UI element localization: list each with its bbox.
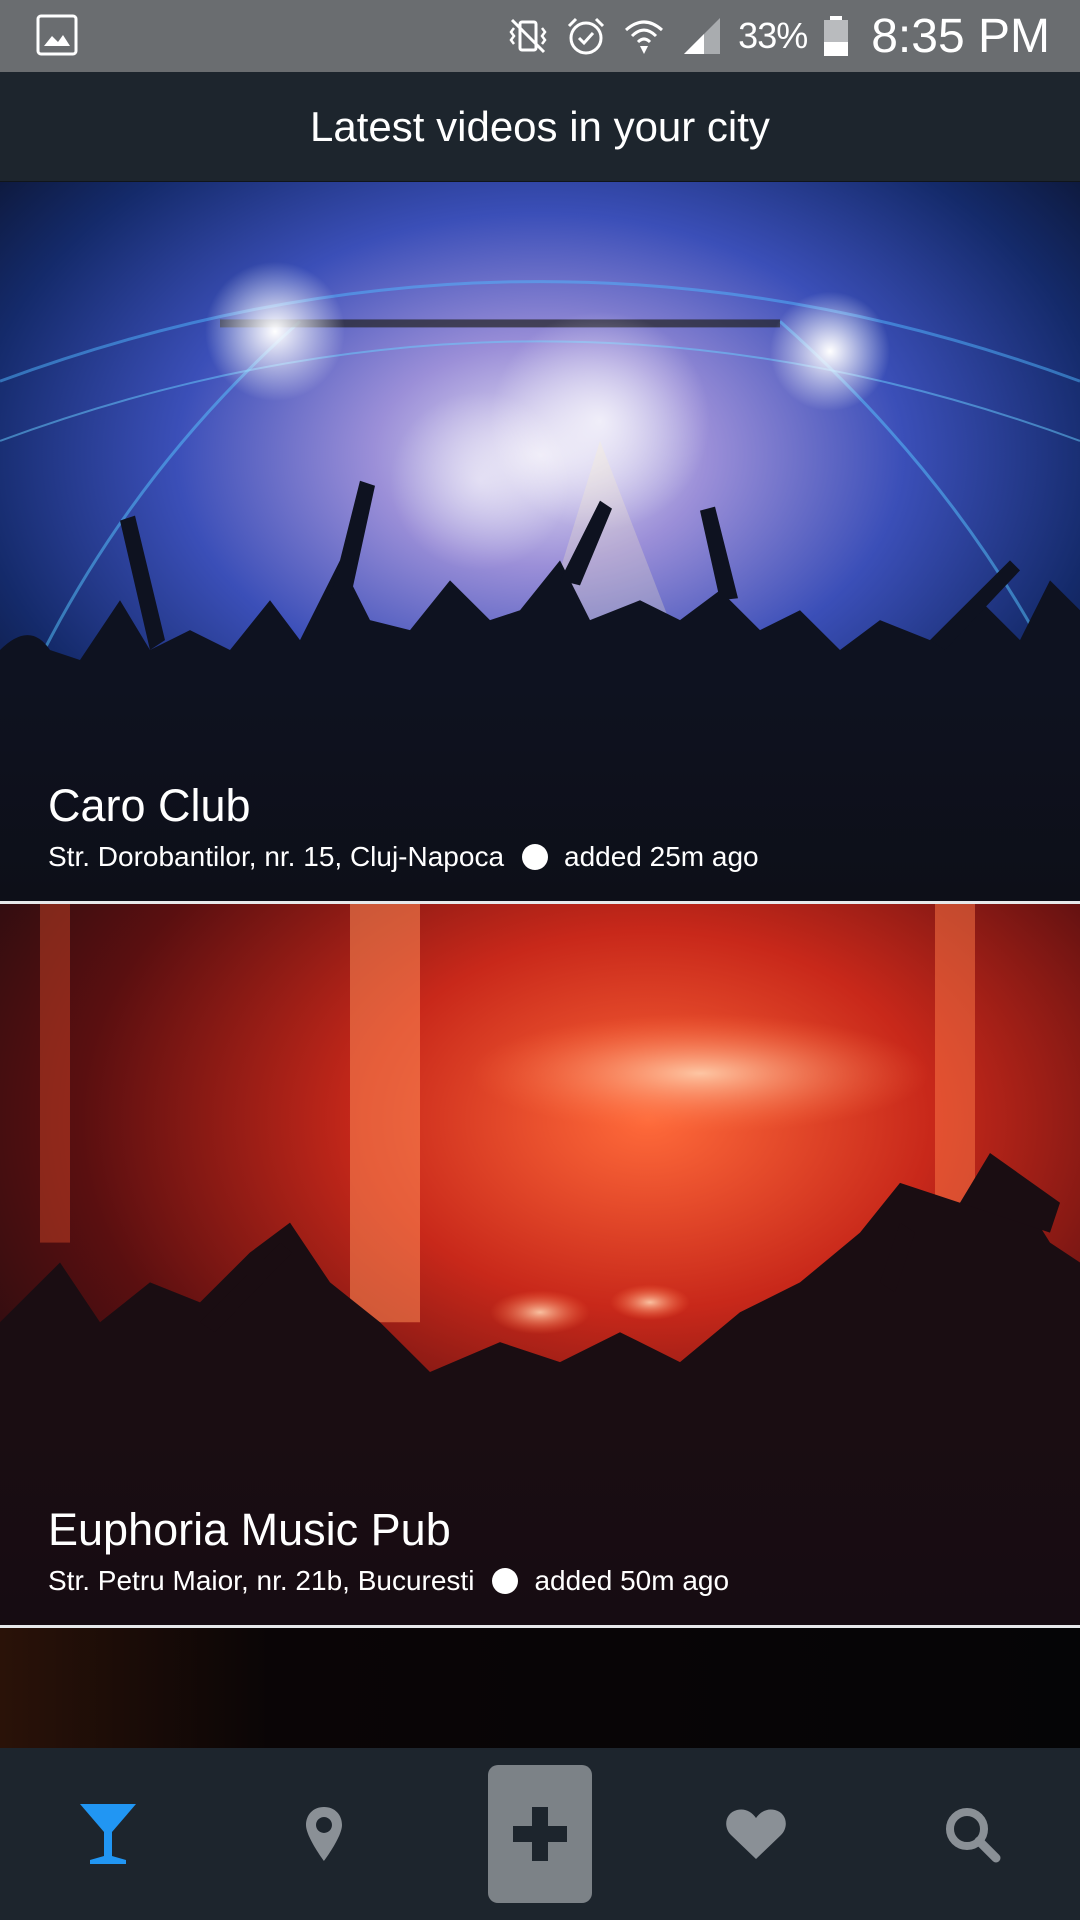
- venue-address: Str. Petru Maior, nr. 21b, Bucuresti: [48, 1565, 475, 1596]
- nav-item-map[interactable]: [254, 1764, 394, 1904]
- separator-dot: [492, 1568, 519, 1594]
- app-root: 33% 8:35 PM Latest videos in your city C…: [0, 0, 1080, 1920]
- video-card[interactable]: Euphoria Music Pub Str. Petru Maior, nr.…: [0, 904, 1080, 1628]
- venue-name: Caro Club: [48, 780, 251, 831]
- heart-icon: [726, 1809, 786, 1859]
- alarm-icon: [568, 17, 605, 55]
- signal-icon: [684, 18, 721, 54]
- location-pin-icon: [306, 1807, 342, 1861]
- nav-item-search[interactable]: [902, 1764, 1042, 1904]
- video-card[interactable]: [0, 1628, 1080, 1748]
- video-meta: Str. Dorobantilor, nr. 15, Cluj-Napoca a…: [48, 837, 1040, 877]
- bottom-navigation: [0, 1748, 1080, 1920]
- venue-address: Str. Dorobantilor, nr. 15, Cluj-Napoca: [48, 841, 505, 872]
- video-thumbnail: [0, 1628, 1080, 1748]
- add-video-button[interactable]: [488, 1765, 592, 1903]
- status-bar: 33% 8:35 PM: [0, 0, 1080, 72]
- video-meta: Str. Petru Maior, nr. 21b, Bucuresti add…: [48, 1561, 1040, 1601]
- battery-icon: [824, 16, 849, 56]
- video-caption: Euphoria Music Pub Str. Petru Maior, nr.…: [48, 1503, 1040, 1601]
- page-title: Latest videos in your city: [310, 102, 770, 150]
- gallery-icon: [36, 14, 78, 56]
- cocktail-icon: [80, 1804, 136, 1864]
- video-card[interactable]: Caro Club Str. Dorobantilor, nr. 15, Clu…: [0, 182, 1080, 904]
- video-caption: Caro Club Str. Dorobantilor, nr. 15, Clu…: [48, 779, 1040, 877]
- separator-dot: [522, 844, 549, 870]
- nav-item-add[interactable]: [470, 1764, 610, 1904]
- wifi-icon: [625, 20, 664, 54]
- vibrate-icon: [509, 18, 547, 54]
- clock: 8:35 PM: [871, 9, 1050, 63]
- status-icons: 33% 8:35 PM: [506, 0, 1050, 72]
- add-icon: [513, 1807, 567, 1861]
- search-icon: [946, 1808, 1001, 1863]
- nav-item-favorites[interactable]: [686, 1764, 826, 1904]
- added-time: added 50m ago: [534, 1565, 730, 1596]
- app-header: Latest videos in your city: [0, 72, 1080, 182]
- venue-name: Euphoria Music Pub: [48, 1504, 451, 1555]
- nav-item-nightlife[interactable]: [38, 1764, 178, 1904]
- battery-percent: 33%: [738, 15, 808, 56]
- added-time: added 25m ago: [564, 841, 759, 872]
